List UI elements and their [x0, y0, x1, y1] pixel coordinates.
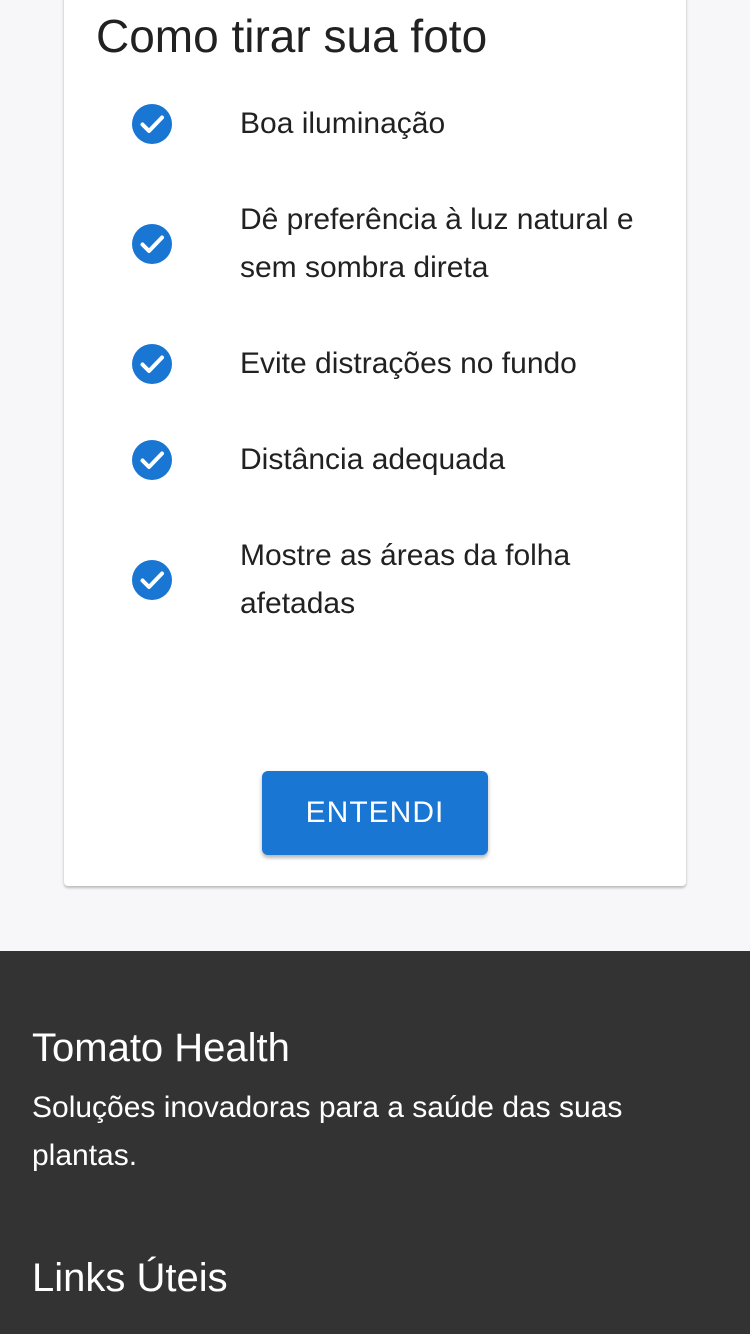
footer-links-heading: Links Úteis [32, 1256, 228, 1300]
tips-list: Boa iluminação Dê preferência à luz natu… [64, 100, 686, 676]
understood-button[interactable]: ENTENDI [262, 771, 488, 855]
tip-item: Distância adequada [64, 436, 686, 484]
tip-item: Dê preferência à luz natural e sem sombr… [64, 196, 686, 292]
tip-text: Evite distrações no fundo [240, 347, 577, 380]
card-title: Como tirar sua foto [96, 10, 488, 62]
footer-description: Soluções inovadoras para a saúde das sua… [32, 1091, 623, 1172]
footer-brand-title: Tomato Health [32, 1026, 290, 1070]
footer-brand-block: Tomato Health Soluções inovadoras para a… [32, 1020, 712, 1306]
check-circle-icon [132, 560, 172, 600]
tip-text: Distância adequada [240, 443, 506, 476]
tip-item: Evite distrações no fundo [64, 340, 686, 388]
tip-text: Dê preferência à luz natural e sem sombr… [240, 203, 634, 284]
check-circle-icon [132, 104, 172, 144]
tip-text: Mostre as áreas da folha afetadas [240, 539, 571, 620]
photo-tips-card: Como tirar sua foto Boa iluminação Dê pr… [64, 0, 686, 886]
check-circle-icon [132, 344, 172, 384]
tip-item: Boa iluminação [64, 100, 686, 148]
tip-text: Boa iluminação [240, 107, 446, 140]
tip-item: Mostre as áreas da folha afetadas [64, 532, 686, 628]
check-circle-icon [132, 224, 172, 264]
check-circle-icon [132, 440, 172, 480]
